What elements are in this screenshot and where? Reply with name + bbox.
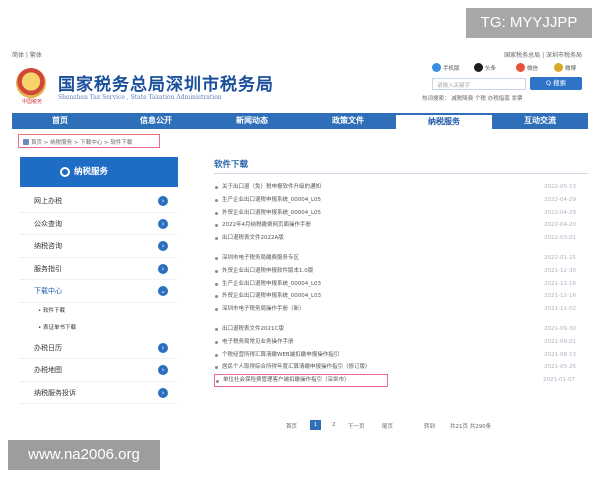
sidebar-title: 纳税服务 <box>20 157 178 187</box>
hot-words[interactable]: 热词搜索： 减税降费 个税 办税指南 发票 <box>422 94 590 102</box>
search-button[interactable]: Q 搜索 <box>530 77 582 90</box>
watermark-site: www.na2006.org <box>8 440 160 470</box>
nav-news[interactable]: 新闻动态 <box>204 113 300 129</box>
list-item[interactable]: 外贸企业出口退税申报系统_00004_L05 2022-04-29 <box>214 207 588 220</box>
sidebar-item-online-tax[interactable]: 网上办税 › <box>20 190 178 213</box>
list-item-highlighted[interactable]: 单位社会保险费管理客户端扣缴操作指引（深圳市） 2021-01-07 <box>214 374 575 388</box>
pager-current[interactable]: 1 <box>310 420 321 430</box>
sidebar-item-guide[interactable]: 服务指引 › <box>20 258 178 280</box>
chevron-right-icon: › <box>158 241 168 251</box>
nav-info-disclosure[interactable]: 信息公开 <box>108 113 204 129</box>
chevron-right-icon: › <box>158 196 168 206</box>
list-item[interactable]: 生产企业出口退税申报系统_00004_L05 2022-04-29 <box>214 194 588 207</box>
site-logo[interactable]: 中国税务 国家税务总局深圳市税务局 Shenzhen Tax Service ,… <box>14 66 314 108</box>
sidebar-subitem-software[interactable]: • 软件下载 <box>20 303 178 320</box>
download-list: 关于出口退（免）税申报软件升级的通知 2022-05-13 生产企业出口退税申报系… <box>214 181 588 388</box>
pager-page-2[interactable]: 2 <box>332 422 336 428</box>
service-toutiao[interactable]: 头条 <box>474 63 496 72</box>
sidebar-item-calendar[interactable]: 办税日历 › <box>20 337 178 359</box>
chevron-right-icon: › <box>158 387 168 398</box>
main-nav: 首页 信息公开 新闻动态 政策文件 纳税服务 互动交流 <box>12 113 588 129</box>
home-icon <box>23 139 29 145</box>
sidebar-item-map[interactable]: 办税地图 › <box>20 359 178 382</box>
sidebar-subitem-forms[interactable]: • 表证单书下载 <box>20 320 178 337</box>
list-item[interactable]: 电子税务局常见业务操作手册 2021-09-01 <box>214 336 588 349</box>
watermark-tg: TG: MYYJJPP <box>466 8 592 38</box>
service-weibo[interactable]: 微博 <box>554 63 576 72</box>
sidebar-item-consult[interactable]: 纳税咨询 › <box>20 235 178 258</box>
service-mobile[interactable]: 手机版 <box>432 63 460 72</box>
list-item[interactable]: 出口退税表文件2021C版 2021-09-30 <box>214 323 588 336</box>
nav-home[interactable]: 首页 <box>12 113 108 129</box>
pagination: 首页 1 2 下一页 尾页 转到 共21页 共290条 <box>282 420 582 434</box>
sidebar-item-public-query[interactable]: 公众查询 › <box>20 213 178 235</box>
group-gap <box>214 245 588 252</box>
content-title: 软件下载 <box>214 160 249 170</box>
weibo-icon <box>554 63 563 72</box>
site-title: 国家税务总局深圳市税务局 <box>58 75 274 95</box>
pager-last[interactable]: 尾页 <box>382 422 393 430</box>
list-item[interactable]: 关于出口退（免）税申报软件升级的通知 2022-05-13 <box>214 181 588 194</box>
chevron-down-icon: ⌄ <box>158 286 168 296</box>
pager-next[interactable]: 下一页 <box>348 422 365 430</box>
chevron-right-icon: › <box>158 218 168 229</box>
sidebar-menu: 网上办税 › 公众查询 › 纳税咨询 › 服务指引 › 下载中心 ⌄ • 软件下载 • 表… <box>20 190 178 404</box>
tax-emblem-icon <box>16 68 46 98</box>
emblem-caption: 中国税务 <box>21 99 42 105</box>
site-subtitle: Shenzhen Tax Service , State Taxation Ad… <box>58 94 222 101</box>
chevron-right-icon: › <box>158 342 168 353</box>
list-item[interactable]: 外贸企业出口退税申报软件版本1.0版 2021-12-30 <box>214 265 588 278</box>
nav-tax-service[interactable]: 纳税服务 <box>396 113 492 129</box>
service-links: 手机版 头条 微信 微博 <box>432 63 590 75</box>
gear-icon <box>60 167 70 177</box>
list-item[interactable]: 居民个人取得综合所得年度汇算清缴申报操作指引（修订版） 2021-05-26 <box>214 361 588 374</box>
pager-first[interactable]: 首页 <box>286 422 297 430</box>
group-gap <box>214 316 588 323</box>
nav-interaction[interactable]: 互动交流 <box>492 113 588 129</box>
list-item[interactable]: 2022年4月纳税缴费网页面操作手册 2022-04-20 <box>214 219 588 232</box>
list-item[interactable]: 生产企业出口退税申报系统_00004_L03 2021-12-16 <box>214 278 588 291</box>
breadcrumb-text[interactable]: 首页 > 纳税服务 > 下载中心 > 软件下载 <box>31 140 132 146</box>
pager-summary: 共21页 共290条 <box>450 424 492 430</box>
wechat-icon <box>516 63 525 72</box>
chevron-right-icon: › <box>158 365 168 375</box>
sidebar-item-download[interactable]: 下载中心 ⌄ <box>20 280 178 303</box>
nav-policy[interactable]: 政策文件 <box>300 113 396 129</box>
list-item[interactable]: 出口退税表文件2022A版 2022-03-01 <box>214 232 588 245</box>
language-switch[interactable]: 简体 | 繁体 <box>12 50 42 59</box>
list-item[interactable]: 深圳市电子税务局操作手册（新） 2021-11-02 <box>214 303 588 316</box>
search-input[interactable]: 请输入关键字 <box>432 78 526 90</box>
toutiao-icon <box>474 63 483 72</box>
sidebar-item-complaint[interactable]: 纳税服务投诉 › <box>20 382 178 404</box>
service-wechat[interactable]: 微信 <box>516 63 538 72</box>
top-bar: 简体 | 繁体 国家税务总局 | 深圳市税务局 <box>12 48 588 62</box>
list-item[interactable]: 外贸企业出口退税申报系统_00004_L03 2021-12-16 <box>214 290 588 303</box>
list-item[interactable]: 深圳市电子税务局缴费服务专区 2022-01-25 <box>214 252 588 265</box>
divider <box>214 173 588 174</box>
list-item[interactable]: 个税经营所得汇算清缴WEB端扣缴申报操作指引 2021-08-13 <box>214 349 588 362</box>
top-links[interactable]: 国家税务总局 | 深圳市税务局 <box>504 50 582 59</box>
breadcrumb: 首页 > 纳税服务 > 下载中心 > 软件下载 <box>18 134 160 148</box>
pager-goto[interactable]: 转到 <box>424 422 435 430</box>
chevron-right-icon: › <box>158 263 168 274</box>
mobile-icon <box>432 63 441 72</box>
